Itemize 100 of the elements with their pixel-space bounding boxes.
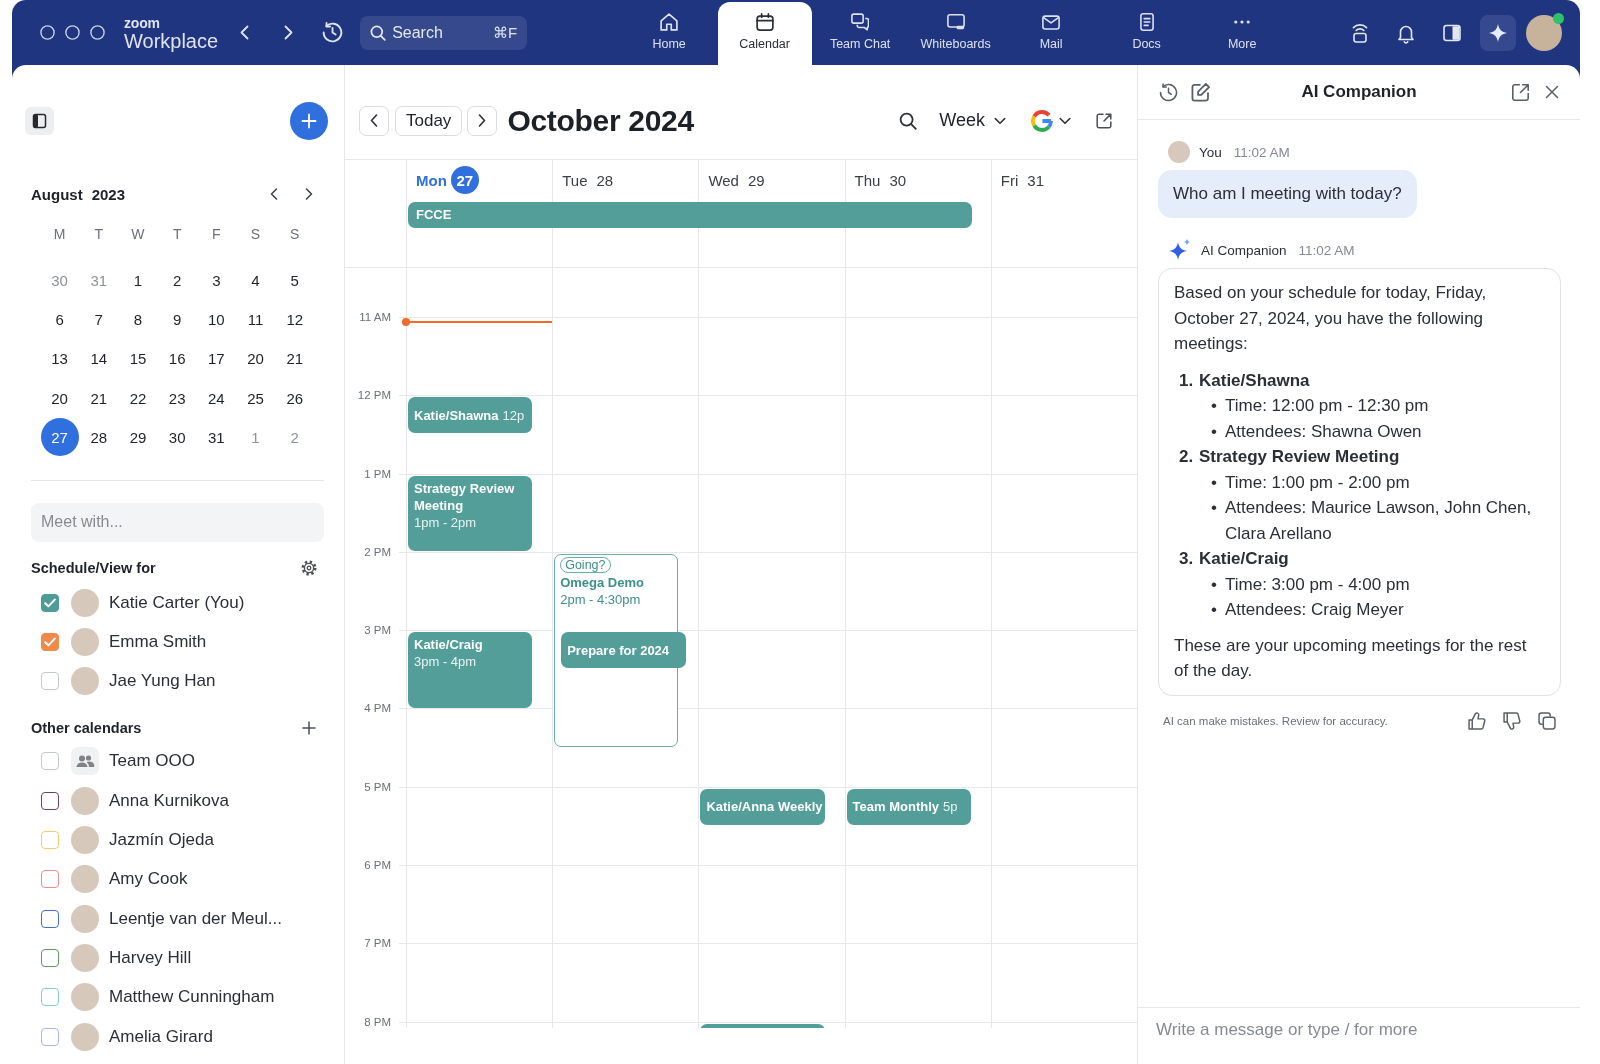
calendar-day[interactable]: 16 [158, 339, 197, 378]
avatar [71, 1022, 99, 1051]
calendar-title: October 2024 [507, 103, 694, 138]
nav-tab[interactable]: Calendar [717, 2, 812, 65]
checkbox[interactable] [41, 791, 59, 810]
copy-icon[interactable] [1538, 711, 1556, 730]
close-icon[interactable] [1545, 85, 1559, 99]
calendar-day[interactable]: 3 [197, 261, 236, 300]
previous-button[interactable] [359, 105, 389, 136]
section-title: Schedule/View for [31, 559, 156, 576]
calendar-day[interactable]: 17 [197, 339, 236, 378]
new-event-button[interactable] [290, 102, 328, 140]
calendar-day[interactable]: 27 [40, 418, 79, 457]
thumbs-down-icon[interactable] [1503, 711, 1521, 730]
calendar-day[interactable]: 9 [158, 300, 197, 339]
calendar-day[interactable]: 15 [118, 339, 157, 378]
avatar[interactable] [1526, 14, 1562, 51]
calendar-day[interactable]: 14 [79, 339, 118, 378]
meet-with-field[interactable]: Meet with... [31, 502, 324, 542]
event-title: Katie/Anna Weekly [706, 799, 823, 815]
calendar-day[interactable]: 7 [79, 300, 118, 339]
calendar-day[interactable]: 8 [118, 300, 157, 339]
calendar-owner-name: Matthew Cunningham [109, 987, 275, 1008]
checkbox[interactable] [41, 593, 59, 612]
calendar-day[interactable]: 24 [197, 379, 236, 418]
panel-icon[interactable] [25, 107, 54, 135]
check-icon [44, 636, 56, 647]
calendar-owner-name: Jae Yung Han [109, 671, 216, 692]
nav-tab[interactable]: Mail [1004, 2, 1099, 65]
logo-wordmark: zoom [124, 15, 161, 30]
calendar-owner-name: Emma Smith [109, 631, 207, 652]
checkbox[interactable] [41, 988, 59, 1007]
chevron-left-icon [370, 114, 378, 127]
chevron-left-icon[interactable] [270, 188, 278, 200]
search-icon [370, 24, 387, 41]
external-link-icon[interactable] [1512, 83, 1529, 101]
event-time: 2pm - 4:30pm [560, 590, 641, 608]
plus-icon[interactable] [302, 720, 316, 735]
message-input[interactable]: Write a message or type / for more [1138, 1008, 1580, 1052]
nav-tab[interactable]: Team Chat [813, 2, 908, 65]
external-link-icon[interactable] [1095, 111, 1113, 130]
checkbox[interactable] [41, 948, 59, 967]
bullet-text: Attendees: Maurice Lawson, John Chen, Clara Arellano [1225, 497, 1533, 545]
today-button[interactable]: Today [395, 105, 463, 136]
calendar-day[interactable]: 21 [275, 339, 314, 378]
calendar-day[interactable]: 11 [236, 300, 275, 339]
calendar-day[interactable]: 13 [40, 339, 79, 378]
nav-tab[interactable]: Whiteboards [908, 2, 1003, 65]
calendar-day[interactable]: 2 [158, 261, 197, 300]
calendar-owner-name: Team OOO [109, 751, 195, 772]
nav-tab[interactable]: More [1195, 2, 1290, 65]
calendar-owner-name: Amy Cook [109, 869, 188, 890]
calendar-day[interactable]: 5 [275, 261, 314, 300]
calendar-day[interactable]: 10 [197, 300, 236, 339]
thumbs-up-icon[interactable] [1468, 711, 1486, 730]
window-control-icon[interactable] [65, 25, 80, 40]
edit-icon[interactable] [1191, 82, 1210, 102]
view-dropdown[interactable]: Week [939, 110, 1006, 131]
calendar-day[interactable]: 20 [40, 379, 79, 418]
account-dropdown[interactable] [1031, 109, 1071, 132]
date-label: 31 [1027, 171, 1044, 189]
calendar-day[interactable]: 1 [118, 261, 157, 300]
event-title: Strategy Review Meeting [414, 479, 516, 514]
calendar-icon [755, 13, 774, 31]
message-bubble: Who am I meeting with today? [1158, 170, 1417, 218]
checkbox[interactable] [41, 909, 59, 928]
hour-label: 1 PM [364, 466, 392, 481]
avatar [71, 904, 99, 933]
search-icon[interactable] [899, 111, 918, 130]
next-button[interactable] [467, 105, 498, 136]
calendar-day[interactable]: 29 [118, 418, 157, 457]
calendar-day[interactable]: 25 [236, 379, 275, 418]
chevron-right-icon[interactable] [305, 188, 313, 200]
sparkle-icon[interactable] [1480, 14, 1516, 51]
calendar-day[interactable]: 20 [236, 339, 275, 378]
settings-icon[interactable] [301, 559, 317, 576]
calendar-day[interactable]: 22 [118, 379, 157, 418]
calendar-day[interactable]: 30 [158, 418, 197, 457]
calendar-day[interactable]: 26 [275, 379, 314, 418]
calendar-day[interactable]: 4 [236, 261, 275, 300]
checkbox[interactable] [41, 1027, 59, 1046]
calendar-day[interactable]: 31 [197, 418, 236, 457]
date-label: 30 [889, 171, 907, 189]
checkbox[interactable] [41, 632, 59, 651]
window-control-icon[interactable] [40, 25, 55, 40]
date-label: 28 [596, 171, 614, 189]
avatar [71, 588, 99, 617]
checkbox[interactable] [41, 870, 59, 889]
calendar-day[interactable]: 28 [79, 418, 118, 457]
list-number: 3. [1179, 548, 1195, 570]
calendar-day[interactable]: 12 [275, 300, 314, 339]
window-control-icon[interactable] [90, 25, 105, 40]
calendar-day[interactable]: 21 [79, 379, 118, 418]
calendar-day[interactable]: 23 [158, 379, 197, 418]
nav-tab[interactable]: Home [622, 2, 717, 65]
nav-tab[interactable]: Docs [1099, 2, 1194, 65]
calendar-day[interactable]: 6 [40, 300, 79, 339]
calendar-owner-name: Leentje van der Meul... [109, 908, 282, 929]
history-icon[interactable] [1159, 82, 1178, 102]
bullet-marker: • [1211, 599, 1218, 621]
